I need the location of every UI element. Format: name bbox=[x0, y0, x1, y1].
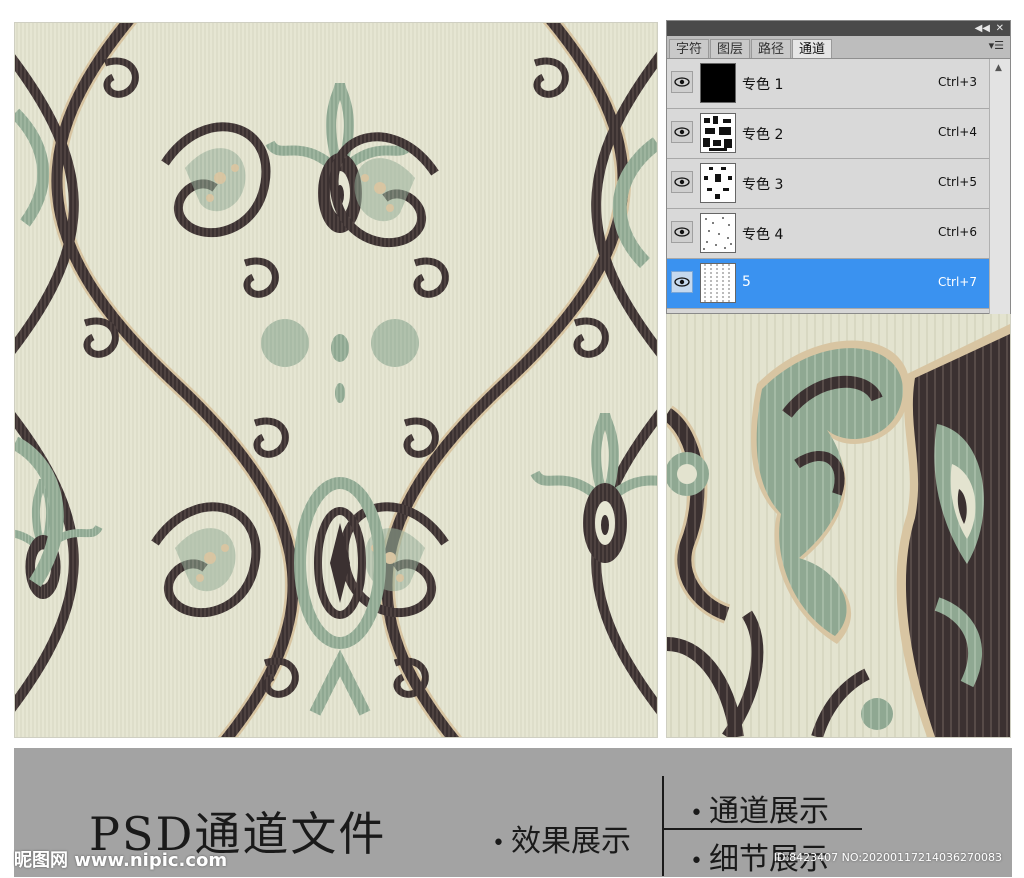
bottom-banner: PSD通道文件 • 效果展示 • 通道展示 • 细节展示 昵图网 www.nipic.… bbox=[14, 748, 1012, 877]
channel-shortcut: Ctrl+6 bbox=[937, 225, 977, 239]
channel-shortcut: Ctrl+5 bbox=[937, 175, 977, 189]
eye-icon bbox=[674, 177, 690, 187]
channel-name: 专色 1 bbox=[742, 77, 784, 93]
channel-row-selected[interactable]: 5 Ctrl+7 bbox=[667, 259, 989, 309]
bullet-icon: • bbox=[690, 848, 703, 874]
tab-character[interactable]: 字符 bbox=[669, 39, 710, 58]
effect-label-text: 效果展示 bbox=[510, 824, 631, 859]
double-chevron-left-icon[interactable]: ◀◀ bbox=[975, 21, 990, 36]
channel-name: 专色 4 bbox=[742, 227, 784, 243]
panel-menu-icon[interactable]: ▾☰ bbox=[989, 39, 1004, 52]
pattern-preview-main bbox=[14, 22, 658, 738]
channel-thumbnail bbox=[700, 263, 736, 303]
scroll-up-arrow-icon[interactable]: ▲ bbox=[995, 63, 1002, 73]
channel-shortcut: Ctrl+3 bbox=[937, 75, 977, 89]
channel-name: 专色 2 bbox=[742, 127, 784, 143]
close-icon[interactable]: ✕ bbox=[996, 21, 1004, 36]
watermark-logo: 昵图网 www.nipic.com bbox=[14, 850, 228, 871]
channel-label-text: 通道展示 bbox=[708, 794, 829, 829]
pattern-preview-detail bbox=[666, 314, 1011, 738]
eye-icon bbox=[674, 127, 690, 137]
visibility-toggle[interactable] bbox=[671, 171, 693, 193]
channel-name: 专色 3 bbox=[742, 177, 784, 193]
channel-shortcut: Ctrl+4 bbox=[937, 125, 977, 139]
channel-list: 专色 1 Ctrl+3 专色 2 Ctrl+4 专色 3 Ctrl+5 专色 4… bbox=[667, 59, 1010, 314]
channel-thumbnail bbox=[700, 63, 736, 103]
panel-title-bar: ◀◀ ✕ bbox=[667, 21, 1010, 36]
channel-label: • 通道展示 bbox=[690, 786, 829, 830]
tab-layers[interactable]: 图层 bbox=[710, 39, 751, 58]
channel-row[interactable]: 专色 2 Ctrl+4 bbox=[667, 109, 989, 159]
channel-thumbnail bbox=[700, 113, 736, 153]
vertical-scrollbar[interactable]: ▲ bbox=[989, 59, 1010, 314]
channel-row[interactable]: 专色 4 Ctrl+6 bbox=[667, 209, 989, 259]
vertical-divider bbox=[662, 776, 664, 876]
effect-label: • 效果展示 bbox=[492, 816, 631, 860]
eye-icon bbox=[674, 227, 690, 237]
panel-tab-bar: 字符 图层 路径 通道 ▾☰ bbox=[667, 36, 1010, 59]
tab-channels[interactable]: 通道 bbox=[792, 39, 833, 58]
eye-icon bbox=[674, 77, 690, 87]
eye-icon bbox=[674, 277, 690, 287]
channel-thumbnail bbox=[700, 213, 736, 253]
channel-row[interactable]: 专色 3 Ctrl+5 bbox=[667, 159, 989, 209]
visibility-toggle[interactable] bbox=[671, 221, 693, 243]
bullet-icon: • bbox=[690, 800, 703, 826]
channel-name: 5 bbox=[742, 274, 751, 290]
bullet-icon: • bbox=[492, 830, 505, 856]
visibility-toggle[interactable] bbox=[671, 71, 693, 93]
watermark-id: ID:8423407 NO:20200117214036270083 bbox=[773, 851, 1002, 864]
channel-row[interactable]: 专色 1 Ctrl+3 bbox=[667, 59, 989, 109]
visibility-toggle[interactable] bbox=[671, 121, 693, 143]
channel-thumbnail bbox=[700, 163, 736, 203]
visibility-toggle[interactable] bbox=[671, 271, 693, 293]
channel-shortcut: Ctrl+7 bbox=[937, 275, 977, 289]
tab-paths[interactable]: 路径 bbox=[751, 39, 792, 58]
channels-panel: ◀◀ ✕ 字符 图层 路径 通道 ▾☰ 专色 1 Ctrl+3 专色 2 Ctr… bbox=[666, 20, 1011, 314]
